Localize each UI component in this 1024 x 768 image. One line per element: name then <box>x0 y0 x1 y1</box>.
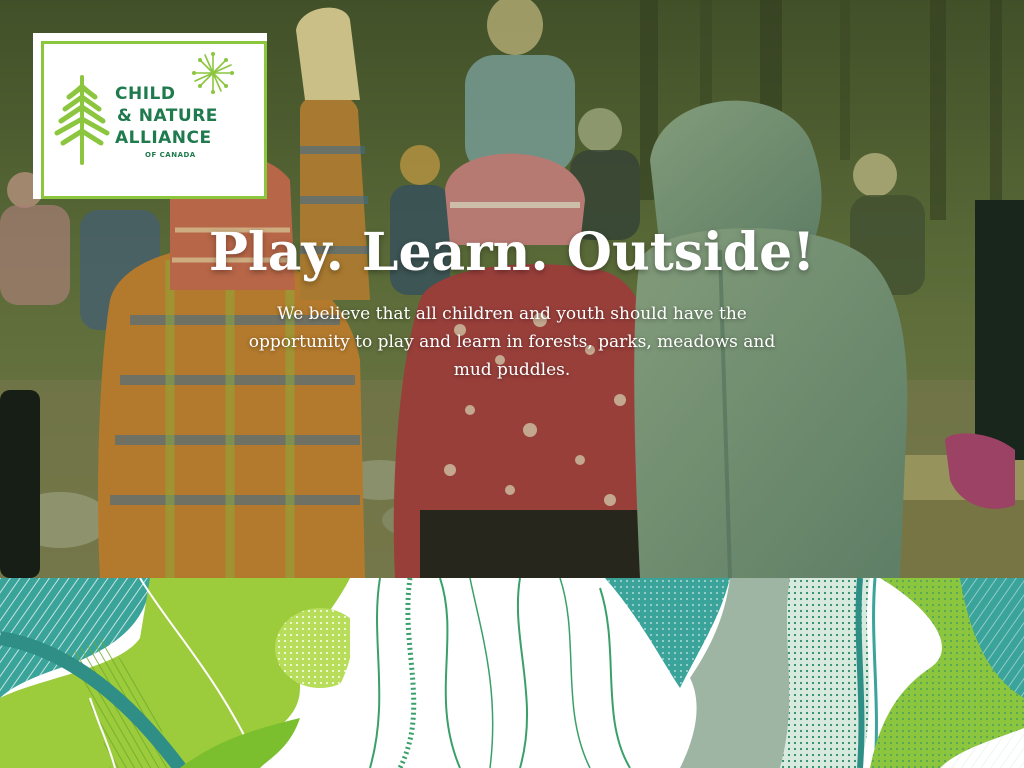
landing-page: CHILD & NATURE ALLIANCE OF CANADA Play. … <box>0 0 1024 768</box>
site-logo[interactable]: CHILD & NATURE ALLIANCE OF CANADA <box>33 33 267 199</box>
logo-wordmark: CHILD & NATURE ALLIANCE <box>115 83 218 149</box>
logo-line-1: CHILD <box>115 84 176 104</box>
logo-subtitle: OF CANADA <box>145 151 196 159</box>
decorative-landscape-band <box>0 578 1024 768</box>
logo-line-3: ALLIANCE <box>115 128 212 148</box>
abstract-landscape-art <box>0 578 1024 768</box>
logo-line-2: & NATURE <box>117 106 218 126</box>
tree-icon <box>54 75 110 165</box>
hero-tagline: We believe that all children and youth s… <box>248 304 776 380</box>
hero-headline: Play. Learn. Outside! <box>208 222 816 283</box>
